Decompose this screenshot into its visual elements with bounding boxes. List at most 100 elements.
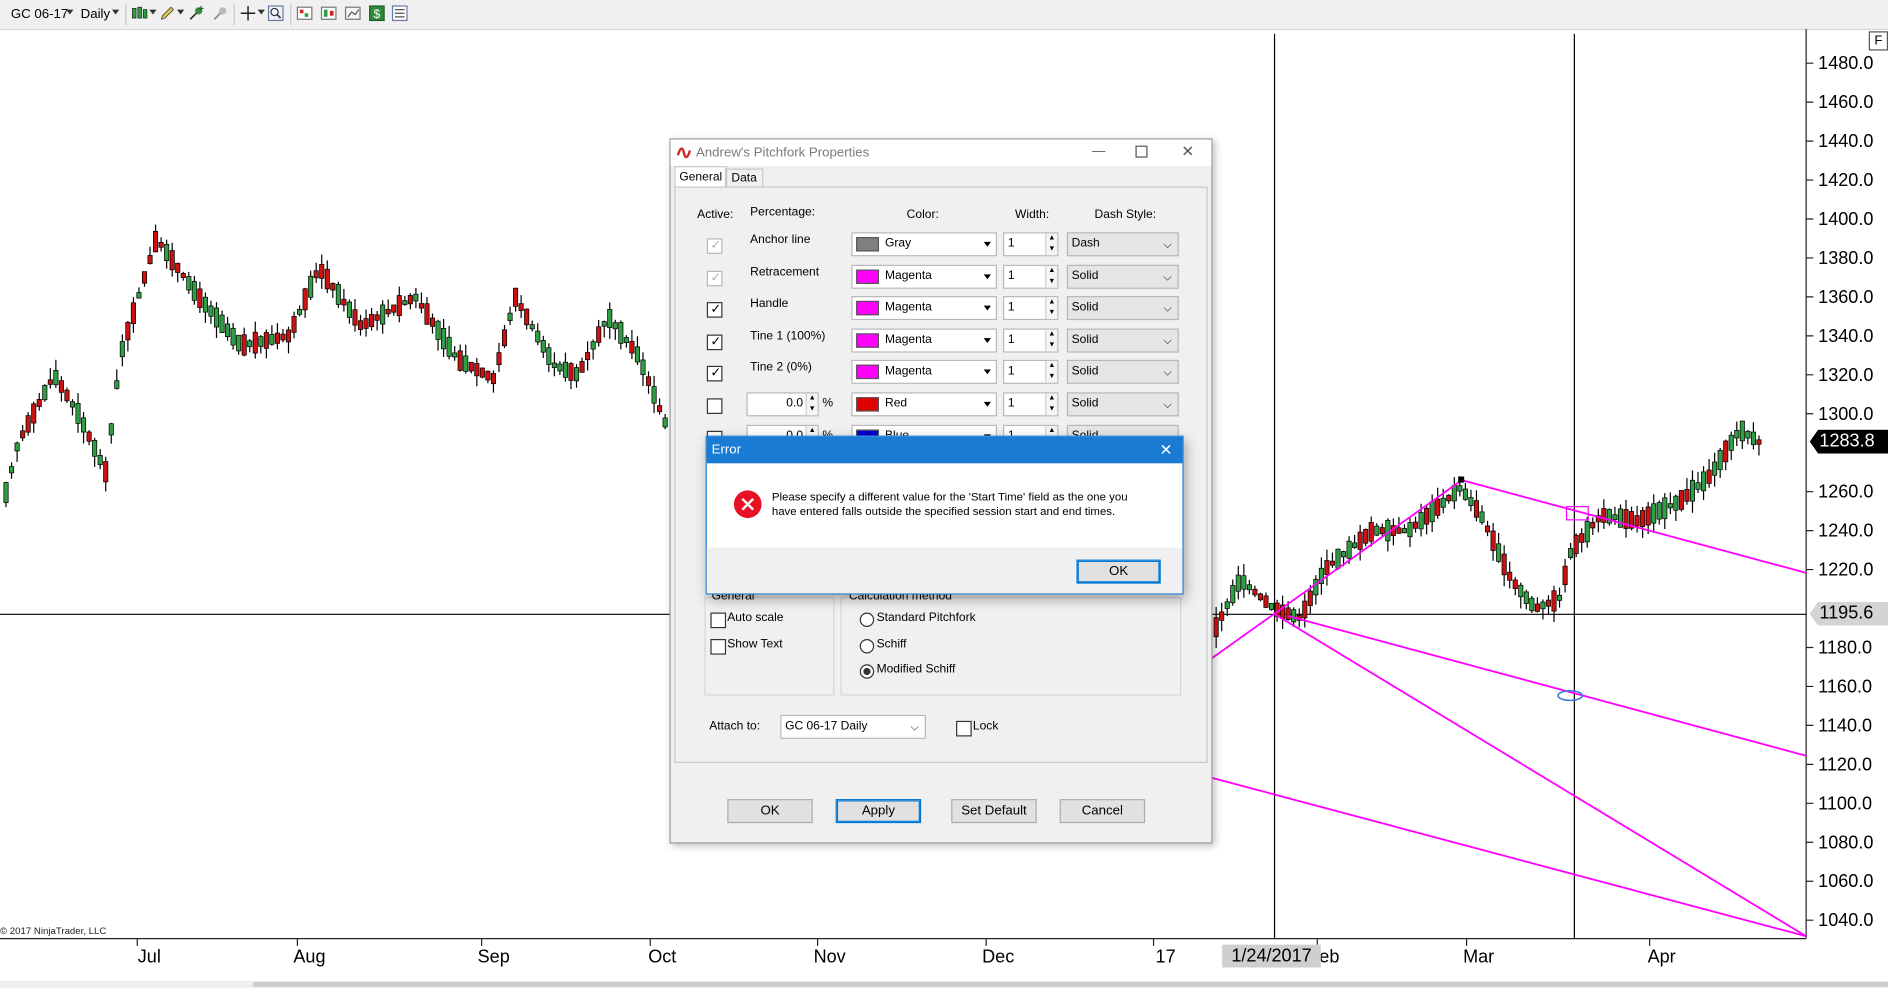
candle-body [1684,488,1690,502]
price-label: 1300.0 [1818,404,1873,424]
row-color-select[interactable]: Magenta [851,296,997,321]
candle-body [1551,590,1557,612]
row-color-select[interactable]: Magenta [851,328,997,353]
strategies-icon[interactable] [320,5,337,22]
row-width-input[interactable]: 1▲▼ [1003,264,1059,289]
standard-pitchfork-radio[interactable] [859,612,875,627]
candle-body [1462,488,1468,500]
pitchfork-median-line [1273,612,1807,938]
pencil-draw-icon[interactable] [159,5,176,22]
row-active-checkbox[interactable]: ✓ [706,270,723,286]
candle-body [1368,522,1374,542]
row-label: Handle [750,297,789,311]
candle-body [651,386,657,404]
price-label: 1260.0 [1818,482,1873,502]
candle-body [97,454,103,466]
candle-body [147,255,153,264]
row-label: Anchor line [750,233,811,247]
candle-body [64,389,70,402]
row-dash-style-select[interactable]: Solid⌵ [1066,392,1179,417]
candle-body [1451,485,1457,502]
modified-schiff-radio[interactable] [859,664,875,679]
indicators-icon[interactable] [296,5,313,22]
chart-corner-button[interactable]: F [1868,31,1888,51]
draw-tools-dropdown-icon[interactable] [177,9,185,15]
candle-body [424,303,430,325]
row-color-select[interactable]: Magenta [851,264,997,289]
chart-trader-icon[interactable]: $ [368,5,385,22]
schiff-radio[interactable] [859,639,875,654]
pin-add-icon[interactable] [188,5,205,22]
candle-body [330,283,336,291]
properties-title: Andrew's Pitchfork Properties [695,145,870,161]
zoom-icon[interactable] [267,5,284,22]
row-width-input[interactable]: 1▲▼ [1003,328,1059,353]
attach-to-select[interactable]: GC 06-17 Daily ⌵ [780,714,926,739]
crosshair-dropdown-icon[interactable] [257,9,265,15]
row-dash-style-select[interactable]: Dash ⌵ [1066,232,1179,257]
period-dropdown-icon[interactable] [111,9,120,15]
lock-checkbox[interactable] [956,720,972,737]
tab-data[interactable]: Data [724,168,764,188]
row-color-select[interactable]: Magenta [851,360,997,385]
error-title-bar[interactable]: Error ✕ [706,436,1183,464]
properties-icon[interactable] [391,5,408,22]
crosshair-icon[interactable] [240,5,257,22]
row-width-input[interactable]: 1▲▼ [1003,392,1059,417]
instrument-dropdown-icon[interactable] [66,9,74,15]
period-selector[interactable]: Daily [81,7,110,21]
candle-body [130,302,136,325]
candle-body [1673,495,1679,511]
row-active-checkbox[interactable]: ✓ [706,366,723,382]
properties-title-bar[interactable]: Andrew's Pitchfork Properties — ✕ [670,139,1212,167]
row-active-checkbox[interactable]: ✓ [706,238,723,254]
row-width-input[interactable]: 1▲▼ [1003,360,1059,385]
last-price-marker: 1283.8 [1809,429,1888,454]
candle-body [175,262,181,273]
row-dash-style-select[interactable]: Solid⌵ [1066,360,1179,385]
horizontal-scrollbar[interactable] [0,980,1888,988]
error-close-icon[interactable]: ✕ [1160,440,1173,459]
candle-body [1285,607,1291,621]
row-width-input[interactable]: 1▲▼ [1003,296,1059,321]
maximize-icon[interactable] [1135,145,1148,158]
candle-body [291,316,297,333]
candle-body [357,320,364,330]
auto-scale-checkbox[interactable] [710,612,727,629]
row-color-select[interactable]: Red [851,392,997,417]
ok-button[interactable]: OK [727,799,813,824]
scrollbar-thumb[interactable] [252,981,1888,987]
candle-body [568,363,574,381]
andrews-pitchfork-drawing[interactable] [1209,476,1807,938]
chart-style-dropdown-icon[interactable] [149,9,157,15]
minimize-icon[interactable]: — [1092,144,1105,158]
row-active-checkbox[interactable]: ✓ [706,334,723,350]
row-dash-style-select[interactable]: Solid⌵ [1066,264,1179,289]
row-active-checkbox[interactable] [706,398,723,414]
chart-style-icon[interactable] [131,5,148,22]
attach-to-value: GC 06-17 Daily [785,719,868,733]
set-default-button[interactable]: Set Default [951,799,1037,824]
candle-body [297,309,303,315]
row-dash-style-select[interactable]: Solid⌵ [1066,296,1179,321]
row-width-input[interactable]: 1▲▼ [1003,232,1059,257]
candle-body [280,333,286,341]
instrument-selector[interactable]: GC 06-17 [11,7,68,21]
month-label: Sep [478,947,510,967]
candle-body [1357,531,1363,550]
show-text-checkbox[interactable] [710,639,727,655]
standard-pitchfork-label: Standard Pitchfork [876,611,976,625]
row-percent-input[interactable]: 0.0▲▼ [746,392,819,417]
close-icon[interactable]: ✕ [1181,142,1194,161]
row-active-checkbox[interactable]: ✓ [706,302,723,318]
chart-template-icon[interactable] [344,5,361,22]
row-dash-style-select[interactable]: Solid⌵ [1066,328,1179,353]
cancel-button[interactable]: Cancel [1059,799,1146,824]
tab-general[interactable]: General [674,166,728,188]
pin-remove-icon[interactable] [212,5,229,22]
error-ok-button[interactable]: OK [1076,559,1161,584]
candle-body [623,337,629,343]
row-color-select[interactable]: Gray [851,232,997,257]
candle-body [1468,497,1474,507]
apply-button[interactable]: Apply [835,799,922,824]
